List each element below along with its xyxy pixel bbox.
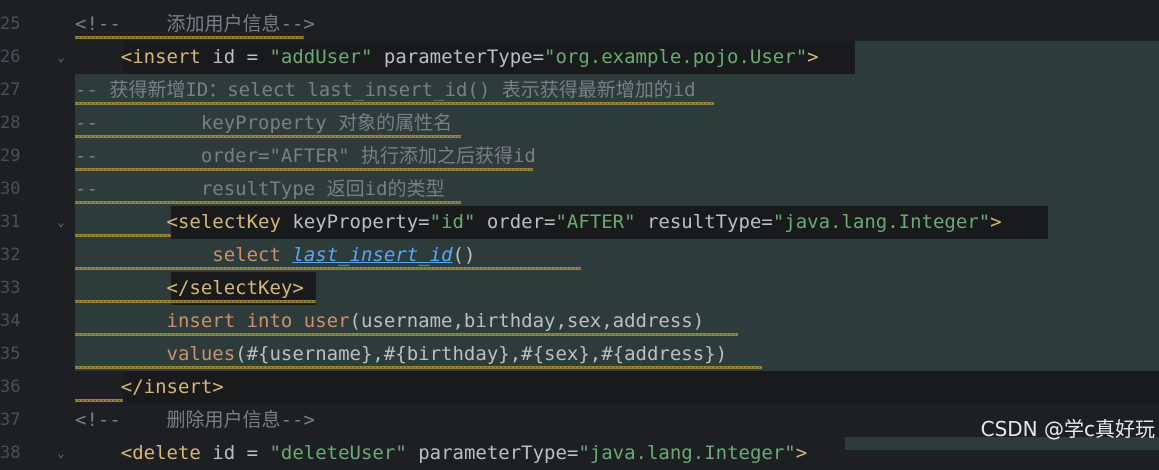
- code-token: id =: [200, 46, 270, 68]
- code-token: (username,birthday,sex,address): [349, 310, 705, 332]
- code-token: order=: [475, 211, 556, 233]
- warning-squiggle: [75, 135, 461, 138]
- code-line[interactable]: <insert id = "addUser" parameterType="or…: [75, 41, 819, 74]
- code-token: <!-- 删除用户信息-->: [75, 409, 315, 431]
- line-number-gutter: 25 26 ⌄ 27 28 29 30 31 ⌄ 32 33 34 35 36 37 38 ⌄: [0, 0, 75, 463]
- line-number: 27: [0, 80, 21, 100]
- code-token: parameterType=: [406, 442, 579, 464]
- line-number: 36: [0, 377, 21, 397]
- code-token: >: [807, 46, 819, 68]
- line-number: 34: [0, 311, 21, 331]
- code-line[interactable]: <selectKey keyProperty="id" order="AFTER…: [75, 206, 1002, 239]
- code-token: <insert: [120, 46, 201, 68]
- line-number: 25: [0, 14, 21, 34]
- code-token: <!-- 添加用户信息-->: [75, 13, 315, 35]
- code-token: "java.lang.Integer": [772, 211, 991, 233]
- code-line[interactable]: <!-- 删除用户信息-->: [75, 404, 315, 437]
- code-token: (): [452, 244, 476, 266]
- code-token: >: [795, 442, 808, 464]
- code-token: -- order="AFTER" 执行添加之后获得id: [75, 145, 536, 167]
- warning-squiggle: [75, 102, 714, 105]
- selection-highlight-line26: [855, 41, 1159, 74]
- warning-squiggle: [75, 366, 762, 369]
- warning-squiggle: [75, 333, 738, 336]
- warning-squiggle: [75, 201, 461, 204]
- line-number: 29: [0, 146, 21, 166]
- code-token: "id": [429, 211, 476, 233]
- code-token: "AFTER": [555, 211, 636, 233]
- code-token: id =: [200, 442, 270, 464]
- code-token: <delete: [120, 442, 201, 464]
- line-number: 26: [0, 47, 21, 67]
- code-token: "addUser": [269, 46, 373, 68]
- code-token: insert into user: [166, 310, 350, 332]
- line-number: 35: [0, 344, 21, 364]
- code-token: resultType=: [635, 211, 773, 233]
- code-line[interactable]: <delete id = "deleteUser" parameterType=…: [75, 437, 807, 470]
- code-token: keyProperty=: [280, 211, 430, 233]
- fold-chevron-icon[interactable]: ⌄: [55, 41, 67, 74]
- code-token: >: [990, 211, 1002, 233]
- code-token: "deleteUser": [269, 442, 407, 464]
- code-token: </selectKey>: [166, 277, 304, 299]
- warning-squiggle: [75, 300, 316, 303]
- code-token: "java.lang.Integer": [578, 442, 796, 464]
- code-editor[interactable]: <!-- 添加用户信息--> <insert id = "addUser" pa…: [75, 0, 1159, 464]
- line-number: 38: [0, 443, 21, 463]
- line-number: 28: [0, 113, 21, 133]
- code-token: last_insert_id: [292, 244, 453, 266]
- code-token: -- 获得新增ID：select last_insert_id() 表示获得最新…: [75, 79, 696, 101]
- warning-squiggle: [75, 168, 533, 171]
- code-token: <selectKey: [166, 211, 281, 233]
- fold-chevron-icon[interactable]: ⌄: [55, 206, 67, 239]
- tag-pair-highlight-insert-close: [123, 371, 1159, 404]
- csdn-watermark: CSDN @学c真好玩: [980, 417, 1155, 441]
- code-token: parameterType=: [372, 46, 545, 68]
- warning-squiggle: [75, 234, 172, 237]
- fold-chevron-icon[interactable]: ⌄: [55, 437, 67, 470]
- code-token: </insert>: [120, 376, 224, 398]
- line-number: 30: [0, 179, 21, 199]
- line-number: 32: [0, 245, 21, 265]
- warning-squiggle: [75, 399, 124, 402]
- code-token: values: [166, 343, 236, 365]
- warning-squiggle: [75, 267, 582, 270]
- warning-squiggle: [75, 36, 304, 39]
- line-number: 33: [0, 278, 21, 298]
- code-token: (#{username},#{birthday},#{sex},#{addres…: [235, 343, 728, 365]
- code-token: "org.example.pojo.User": [544, 46, 808, 68]
- line-number: 31: [0, 212, 21, 232]
- code-token: -- resultType 返回id的类型: [75, 178, 445, 200]
- code-token: select: [212, 244, 281, 266]
- line-number: 37: [0, 410, 21, 430]
- code-token: -- keyProperty 对象的属性名: [75, 112, 453, 134]
